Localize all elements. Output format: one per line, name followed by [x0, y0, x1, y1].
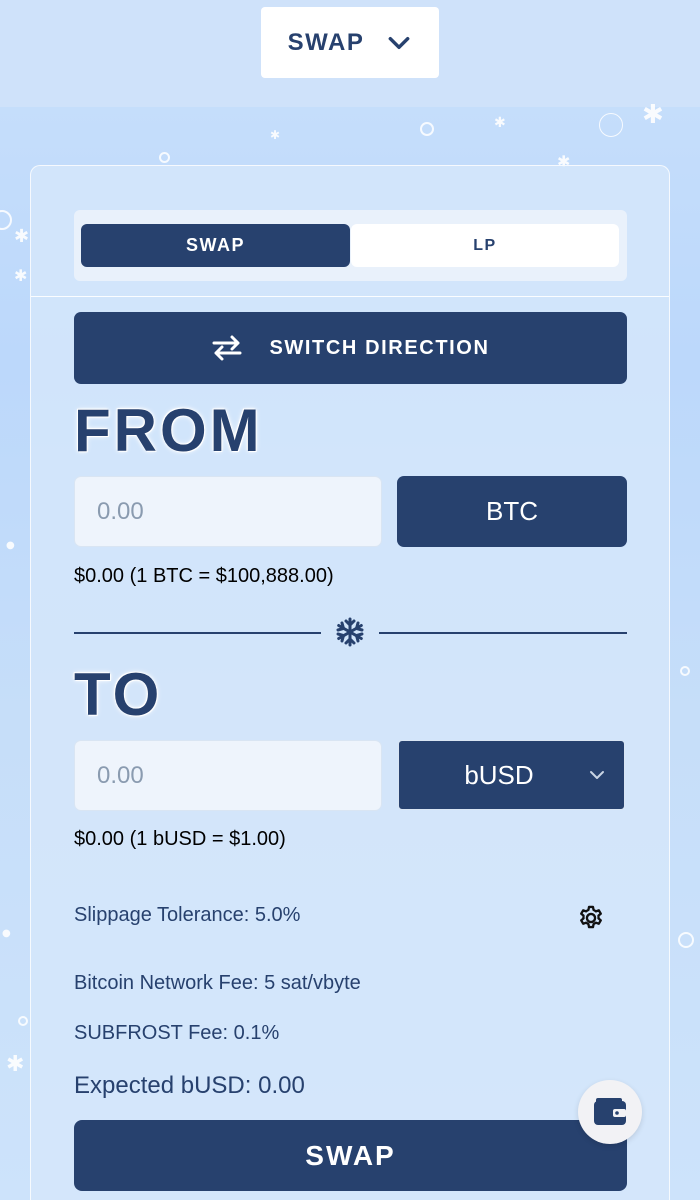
wallet-button[interactable] [578, 1080, 642, 1144]
subfrost-fee-text: SUBFROST Fee: 0.1% [74, 1022, 280, 1044]
to-amount-input[interactable] [74, 740, 382, 811]
snowflake-icon: ● [2, 928, 11, 939]
snowflake-icon: ✱ [642, 100, 664, 130]
switch-direction-label: SWITCH DIRECTION [269, 336, 490, 359]
chevron-down-icon [590, 771, 604, 779]
from-amount-input[interactable] [74, 476, 382, 547]
snowflake-icon: ✱ [14, 266, 28, 285]
snow-ring [420, 122, 434, 136]
swap-button[interactable]: SWAP [74, 1120, 627, 1191]
snowflake-icon: ✱ [270, 128, 281, 142]
nav-page-select[interactable]: SWAP [261, 7, 439, 78]
to-rate-text: $0.00 (1 bUSD = $1.00) [74, 828, 286, 850]
snow-ring [680, 666, 690, 676]
tab-swap[interactable]: SWAP [81, 224, 350, 267]
network-fee-text: Bitcoin Network Fee: 5 sat/vbyte [74, 972, 361, 994]
snowflake-icon: ● [6, 540, 15, 551]
mode-tabs: SWAP LP [74, 210, 627, 281]
tab-lp[interactable]: LP [351, 224, 619, 267]
panel-divider [31, 296, 669, 297]
nav-page-label: SWAP [287, 28, 365, 56]
to-token-label: bUSD [464, 759, 534, 790]
snow-ring [0, 210, 12, 230]
chevron-down-icon [388, 36, 410, 49]
expected-output-text: Expected bUSD: 0.00 [74, 1072, 305, 1099]
snow-ring [159, 152, 170, 163]
slippage-tolerance-text: Slippage Tolerance: 5.0% [74, 904, 301, 926]
gear-icon[interactable] [577, 904, 605, 932]
snowflake-icon: ✱ [14, 226, 30, 247]
snowflake-icon [336, 617, 364, 647]
to-token-select[interactable]: bUSD [398, 740, 625, 810]
switch-direction-button[interactable]: SWITCH DIRECTION [74, 312, 627, 384]
separator-line-left [74, 632, 321, 634]
snowflake-icon: ✱ [6, 1052, 25, 1077]
snow-ring [18, 1016, 28, 1026]
snowflake-icon: ✱ [494, 115, 506, 131]
wallet-icon [594, 1098, 626, 1125]
from-title: FROM [74, 397, 263, 464]
separator-line-right [379, 632, 627, 634]
to-title: TO [74, 661, 163, 728]
switch-arrows-icon [212, 335, 242, 361]
from-token-button[interactable]: BTC [397, 476, 627, 547]
snow-ring [599, 113, 623, 137]
snow-ring [678, 932, 694, 948]
from-rate-text: $0.00 (1 BTC = $100,888.00) [74, 565, 334, 587]
